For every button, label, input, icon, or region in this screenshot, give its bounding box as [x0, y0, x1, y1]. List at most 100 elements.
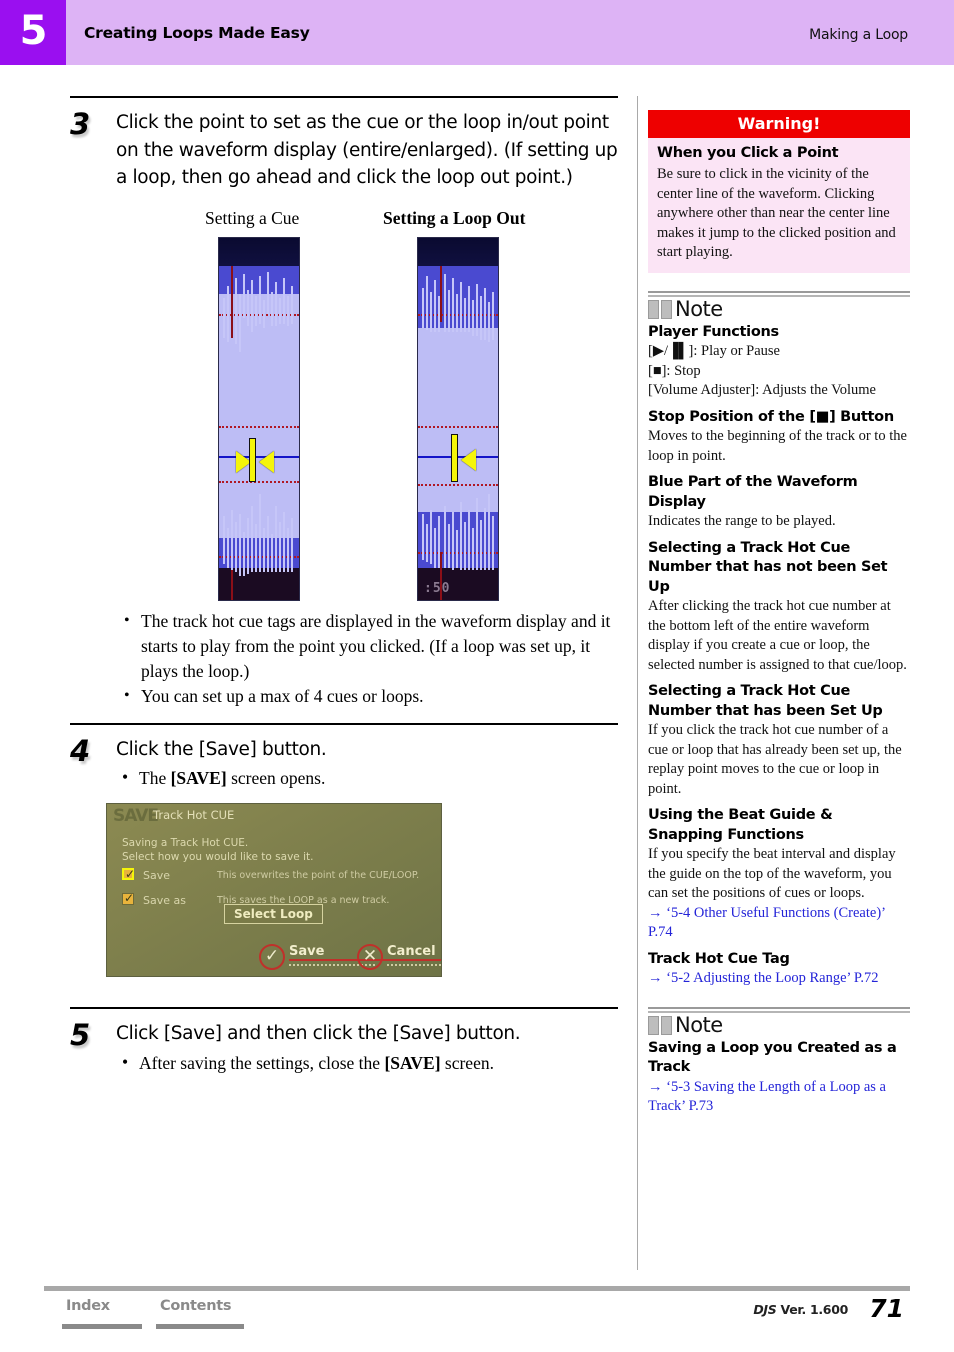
- step-3: 3 Click the point to set as the cue or t…: [70, 107, 618, 192]
- note-block-title: Stop Position of the [■] Button: [648, 408, 894, 425]
- close-icon: ✕: [362, 946, 378, 966]
- note-label: Note: [675, 1012, 723, 1037]
- step5-rule: [70, 1007, 618, 1009]
- waveform-figures: :50: [70, 236, 618, 605]
- waveform-top-band: [219, 237, 299, 266]
- cancel-button-dashes: [387, 964, 441, 966]
- cue-marker-stem: [249, 437, 256, 482]
- loop-out-marker-stem: [451, 433, 458, 482]
- warning-header: Warning!: [648, 110, 910, 138]
- note-header: Note: [648, 1012, 910, 1037]
- step-5-sub-pre: After saving the settings, close the: [139, 1052, 385, 1073]
- page-header: 5 Creating Loops Made Easy Making a Loop: [0, 0, 954, 65]
- step-4-bullet-list: The [SAVE] screen opens.: [70, 764, 618, 791]
- list-item: The track hot cue tags are displayed in …: [124, 608, 618, 684]
- list-item: You can set up a max of 4 cues or loops.: [124, 683, 618, 709]
- step-3-number: 3: [70, 107, 91, 141]
- list-item: After saving the settings, close the [SA…: [122, 1049, 618, 1076]
- save-dialog-logo: SAVE: [113, 806, 159, 826]
- index-link[interactable]: Index: [66, 1298, 110, 1314]
- check-icon: ✓: [264, 946, 280, 966]
- save-as-checkbox[interactable]: [122, 891, 134, 905]
- version-brand: DJS: [753, 1302, 777, 1317]
- waveform-dotted-line-mid-lower: [418, 483, 498, 486]
- note-block-text: If you click the track hot cue number of…: [648, 722, 902, 797]
- step-4-sub-post: screen opens.: [226, 768, 326, 788]
- note-block-title: Saving a Loop you Created as a Track: [648, 1039, 897, 1076]
- list-item: The [SAVE] screen opens.: [122, 764, 618, 791]
- waveform-playhead-upper: [440, 265, 442, 322]
- book-icon: [648, 299, 672, 319]
- select-loop-button[interactable]: Select Loop: [224, 904, 323, 924]
- step-4-sub-pre: The: [139, 768, 171, 788]
- sidebar-column: Warning! When you Click a Point Be sure …: [648, 110, 910, 1117]
- note-label: Note: [675, 296, 723, 321]
- save-option-label: Save: [143, 869, 171, 882]
- note-block-text: Moves to the beginning of the track or t…: [648, 428, 907, 464]
- note-block-title: Using the Beat Guide & Snapping Function…: [648, 807, 833, 843]
- save-checkbox[interactable]: [122, 867, 135, 881]
- save-dialog-description-line-2: Select how you would like to save it.: [122, 851, 314, 863]
- note-block-text: Indicates the range to be played.: [648, 513, 836, 529]
- step-4-text: Click the [Save] button.: [116, 738, 327, 760]
- waveform-playhead-upper: [231, 265, 233, 338]
- player-function-stop: [■]: Stop: [648, 362, 701, 379]
- note-block-text: After clicking the track hot cue number …: [648, 598, 907, 673]
- warning-body: When you Click a Point Be sure to click …: [648, 138, 910, 273]
- note-separator: [648, 1006, 910, 1013]
- step-3-text: Click the point to set as the cue or the…: [116, 112, 618, 188]
- figure-captions: Setting a Cue Setting a Loop Out: [70, 208, 618, 234]
- contents-link[interactable]: Contents: [160, 1298, 231, 1314]
- page-number: 71: [869, 1294, 904, 1323]
- save-dialog-description-line-1: Saving a Track Hot CUE.: [122, 837, 249, 849]
- cancel-button-underline: [387, 959, 441, 961]
- version-text: Ver. 1.600: [776, 1302, 849, 1317]
- section-title: Making a Loop: [809, 27, 908, 43]
- footer-rule: [44, 1286, 910, 1291]
- note-header: Note: [648, 296, 910, 321]
- warning-title: When you Click a Point: [657, 145, 839, 161]
- step-3-bullet-list: The track hot cue tags are displayed in …: [70, 608, 618, 709]
- save-option-note: This overwrites the point of the CUE/LOO…: [217, 870, 420, 881]
- waveform-dotted-line-mid-upper: [219, 425, 299, 428]
- waveform-body-loop-out: [418, 265, 498, 600]
- caption-setting-a-cue: Setting a Cue: [205, 207, 300, 228]
- cancel-button-label: Cancel: [387, 944, 436, 959]
- step-5-sub-post: screen.: [440, 1052, 494, 1073]
- column-divider: [637, 96, 638, 1270]
- chapter-number-badge: 5: [0, 0, 66, 65]
- chapter-title: Creating Loops Made Easy: [84, 24, 310, 42]
- warning-text: Be sure to click in the vicinity of the …: [657, 166, 896, 260]
- warning-box: Warning! When you Click a Point Be sure …: [648, 110, 910, 273]
- step-5-number: 5: [70, 1018, 91, 1052]
- waveform-dotted-line-mid-lower: [219, 480, 299, 483]
- waveform-display-cue: [218, 236, 300, 601]
- note-block-title: Selecting a Track Hot Cue Number that ha…: [648, 683, 883, 719]
- note-block-title: Track Hot Cue Tag: [648, 950, 790, 967]
- cross-reference-link[interactable]: → ‘5-2 Adjusting the Loop Range’ P.72: [648, 969, 910, 989]
- step-4-sub-bold: [SAVE]: [170, 768, 227, 788]
- note-separator: [648, 290, 910, 297]
- step-5-bullet-list: After saving the settings, close the [SA…: [70, 1049, 618, 1076]
- main-content-column: 3 Click the point to set as the cue or t…: [70, 96, 618, 1076]
- step-4-number: 4: [70, 733, 91, 768]
- note-block-title: Selecting a Track Hot Cue Number that ha…: [648, 539, 888, 595]
- save-button-label: Save: [289, 944, 325, 959]
- save-dialog-description: Saving a Track Hot CUE. Select how you w…: [122, 836, 313, 864]
- player-function-play: [▶/▐▌]: Play or Pause: [648, 343, 780, 359]
- save-as-option-label: Save as: [143, 894, 186, 907]
- step-4: 4 Click the [Save] button.: [70, 734, 618, 768]
- step4-rule: [70, 722, 618, 725]
- step-5-text: Click [Save] and then click the [Save] b…: [116, 1023, 521, 1044]
- waveform-top-band: [418, 237, 498, 266]
- cross-reference-link[interactable]: → ‘5-4 Other Useful Functions (Create)’ …: [648, 904, 910, 943]
- note-block-text: If you specify the beat interval and dis…: [648, 846, 896, 901]
- step-5-sub-bold: [SAVE]: [384, 1052, 441, 1073]
- player-function-volume: [Volume Adjuster]: Adjusts the Volume: [648, 382, 876, 398]
- waveform-dotted-line-mid-upper: [418, 425, 498, 428]
- loop-out-triangle-icon: [461, 448, 476, 471]
- step3-rule: [70, 96, 618, 98]
- cross-reference-link[interactable]: → ‘5-3 Saving the Length of a Loop as a …: [648, 1078, 910, 1117]
- note-block-title: Player Functions: [648, 323, 779, 340]
- caption-setting-a-loop-out: Setting a Loop Out: [383, 207, 526, 228]
